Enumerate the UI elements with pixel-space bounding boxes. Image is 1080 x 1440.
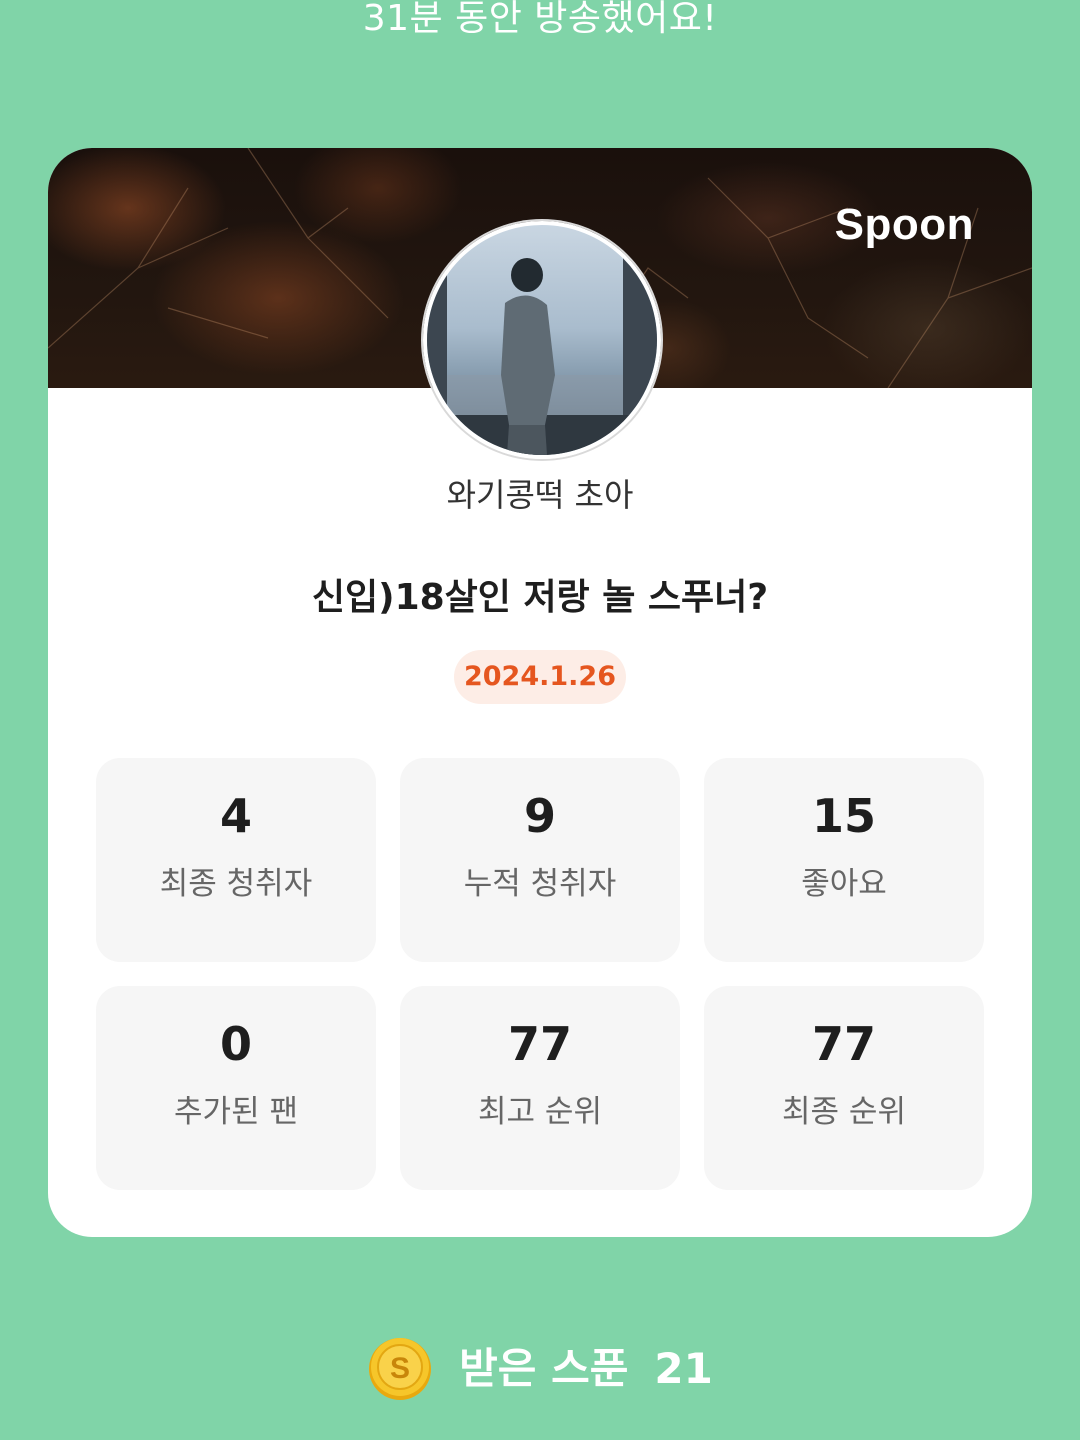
received-spoons-label: 받은 스푼 xyxy=(459,1344,629,1393)
profile-photo xyxy=(427,225,657,455)
stat-label: 추가된 팬 xyxy=(174,1094,298,1130)
stat-label: 최고 순위 xyxy=(478,1094,602,1130)
broadcast-summary-card: Spoon 와기콩떡 초아 신입)18살인 저랑 놀 스푸너? 2024.1.2… xyxy=(48,148,1032,1237)
stat-value: 15 xyxy=(811,789,876,843)
spoon-coin-icon: S xyxy=(369,1338,432,1400)
stat-value: 77 xyxy=(811,1017,876,1071)
stat-value: 0 xyxy=(219,1017,252,1071)
stat-final-listeners: 4 최종 청취자 xyxy=(96,758,376,962)
spoon-logo: Spoon xyxy=(834,200,974,249)
coin-letter: S xyxy=(390,1352,410,1385)
received-spoons-count: 21 xyxy=(654,1344,713,1393)
broadcast-title: 신입)18살인 저랑 놀 스푸너? xyxy=(311,577,769,618)
stat-label: 좋아요 xyxy=(801,866,887,902)
avatar xyxy=(423,221,661,459)
stat-value: 77 xyxy=(507,1017,572,1071)
stat-label: 최종 청취자 xyxy=(159,866,313,902)
stat-new-fans: 0 추가된 팬 xyxy=(96,986,376,1190)
stat-best-rank: 77 최고 순위 xyxy=(400,986,680,1190)
stat-label: 최종 순위 xyxy=(782,1094,906,1130)
stat-value: 4 xyxy=(219,789,252,843)
broadcast-date-badge: 2024.1.26 xyxy=(454,650,626,704)
stat-final-rank: 77 최종 순위 xyxy=(704,986,984,1190)
stat-label: 누적 청취자 xyxy=(463,866,617,902)
broadcast-duration-headline: 31분 동안 방송했어요! xyxy=(362,0,718,39)
username: 와기콩떡 초아 xyxy=(446,476,634,514)
stat-likes: 15 좋아요 xyxy=(704,758,984,962)
stat-value: 9 xyxy=(523,789,556,843)
stat-total-listeners: 9 누적 청취자 xyxy=(400,758,680,962)
broadcast-summary-screen: 31분 동안 방송했어요! Spoon 와기콩떡 초아 신입)18살인 저랑 놀… xyxy=(0,0,1080,1440)
received-spoons-summary: S 받은 스푼 21 xyxy=(0,1332,1080,1406)
